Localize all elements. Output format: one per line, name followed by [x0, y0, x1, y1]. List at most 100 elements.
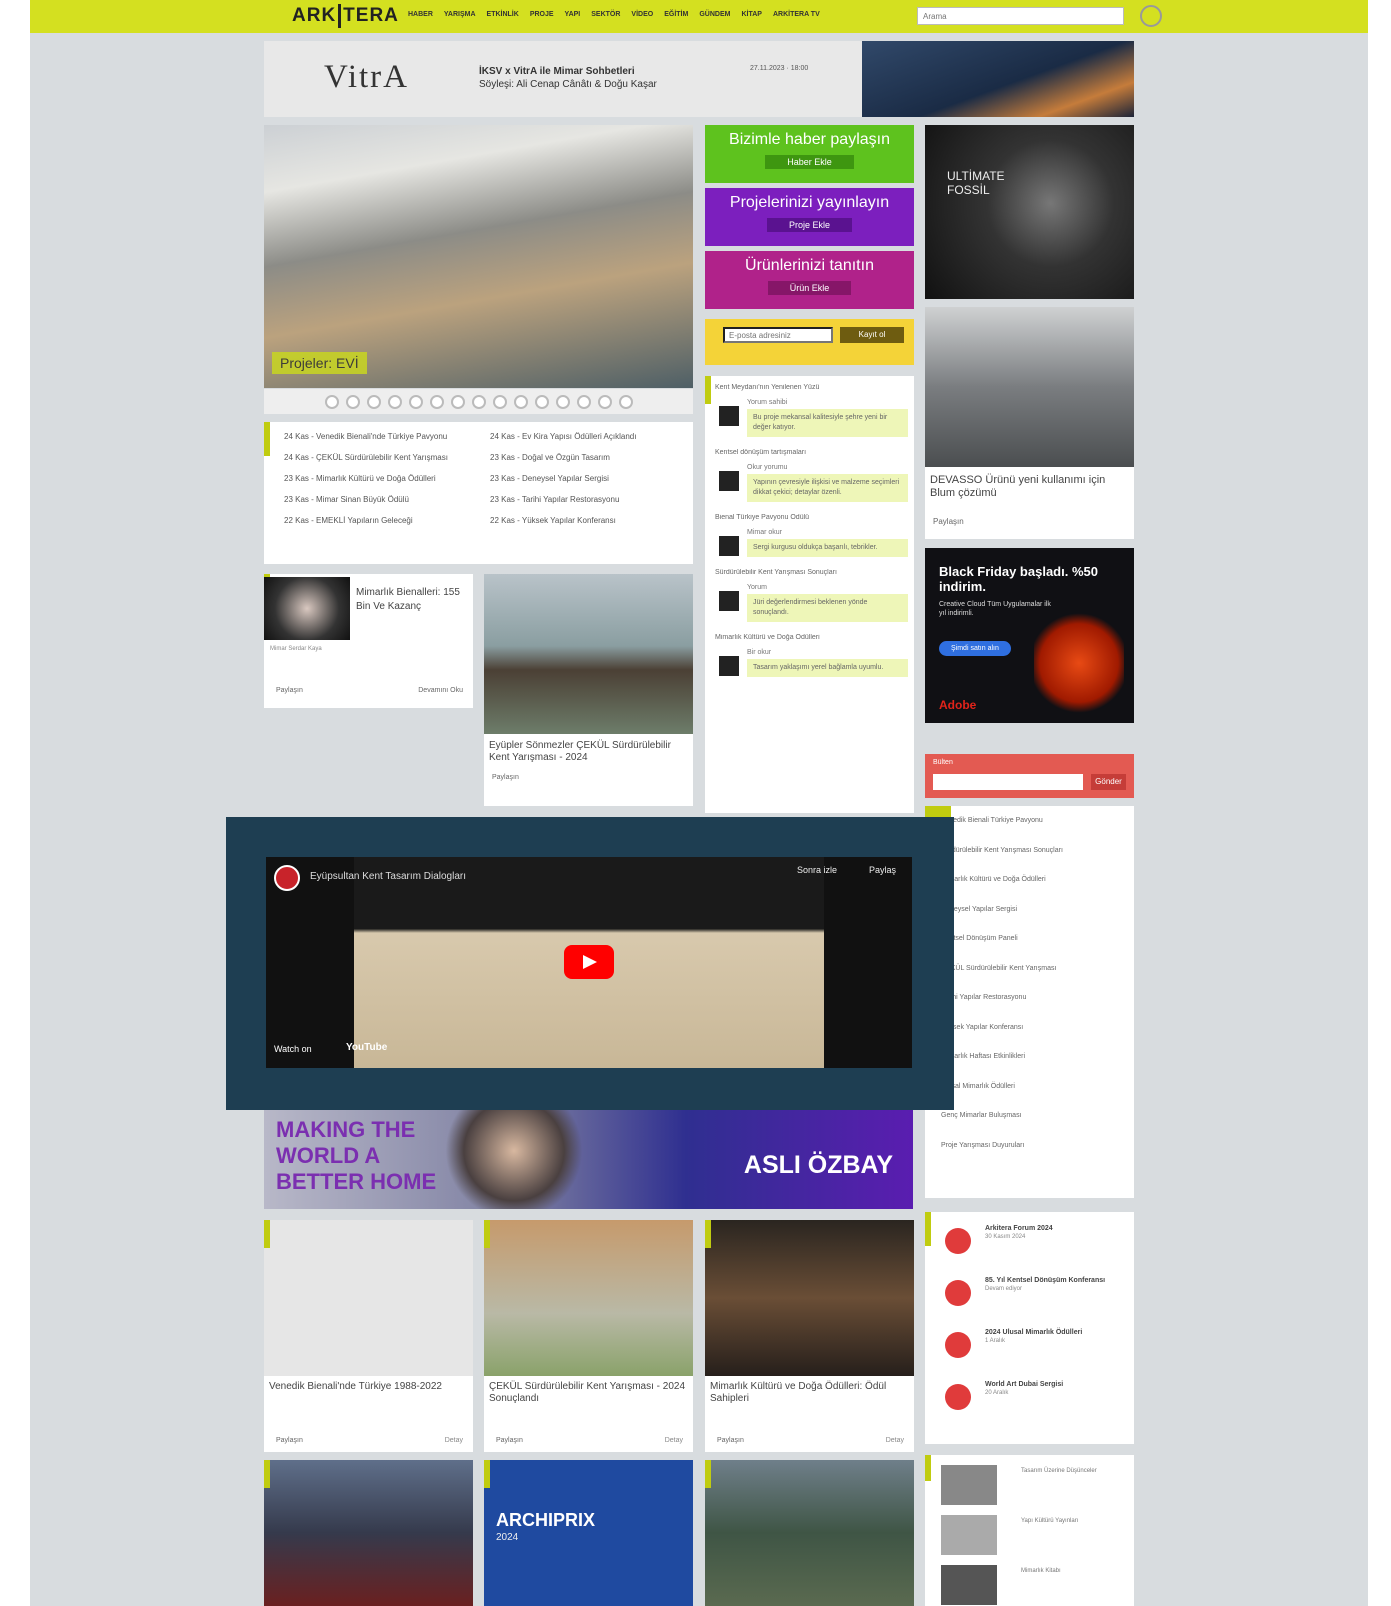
list-item[interactable]: Genç Mimarlar Buluşması — [925, 1101, 1134, 1131]
nav-item[interactable]: VİDEO — [631, 11, 653, 18]
email-field[interactable] — [723, 327, 833, 343]
news-link[interactable]: 23 Kas - Deneysel Yapılar Sergisi — [490, 474, 684, 485]
list-item[interactable]: Yüksek Yapılar Konferansı — [925, 1013, 1134, 1043]
comment-item[interactable]: Sürdürülebilir Kent Yarışması Sonuçları Y… — [715, 569, 908, 622]
nav-item[interactable]: SEKTÖR — [591, 11, 620, 18]
article-title[interactable]: Mimarlık Bienalleri: 155 Bin Ve Kazanç — [356, 586, 466, 614]
comment-item[interactable]: Bienal Türkiye Pavyonu Ödülü Mimar okur Se… — [715, 514, 908, 557]
share-link[interactable]: Paylaşın — [496, 1437, 523, 1444]
subscribe-button[interactable]: Kayıt ol — [840, 327, 904, 343]
list-item[interactable]: Ulusal Mimarlık Ödülleri — [925, 1072, 1134, 1102]
youtube-logo[interactable]: YouTube — [346, 1042, 387, 1053]
article-title[interactable]: Venedik Bienali'nde Türkiye 1988-2022 — [264, 1376, 473, 1426]
archiprix-card[interactable]: ARCHIPRIX 2024 — [484, 1460, 693, 1606]
video-title[interactable]: Eyüpsultan Kent Tasarım Dialogları — [310, 871, 466, 882]
detail-link[interactable]: Detay — [665, 1437, 683, 1444]
slider-dot[interactable] — [471, 394, 486, 409]
share-link[interactable]: Paylaşın — [276, 1437, 303, 1444]
newsletter-input[interactable] — [933, 774, 1083, 790]
newsletter-button[interactable]: Gönder — [1091, 774, 1126, 790]
slider-dot[interactable] — [324, 394, 339, 409]
event-item[interactable]: 85. Yıl Kentsel Dönüşüm Konferansı Devam … — [945, 1276, 1126, 1316]
share-button[interactable]: Paylaş — [869, 865, 896, 875]
event-item[interactable]: Arkitera Forum 2024 30 Kasım 2024 — [945, 1224, 1126, 1264]
article-card[interactable]: Venedik Bienali'nde Türkiye 1988-2022 Pa… — [264, 1220, 473, 1452]
news-link[interactable]: 23 Kas - Mimar Sinan Büyük Ödülü — [284, 495, 478, 506]
book-item[interactable]: Yapı Kültürü Yayınları — [941, 1505, 1134, 1555]
promo-banner[interactable]: MAKING THE WORLD A BETTER HOME ASLI ÖZBA… — [264, 1103, 913, 1209]
list-item[interactable]: Tarihi Yapılar Restorasyonu — [925, 983, 1134, 1013]
slider-dot[interactable] — [576, 394, 591, 409]
slider-dot[interactable] — [429, 394, 444, 409]
comment-item[interactable]: Mimarlık Kültürü ve Doğa Ödülleri Bir oku… — [715, 634, 908, 677]
slider-dot[interactable] — [534, 394, 549, 409]
share-link[interactable]: Paylaşın — [484, 770, 693, 785]
vitra-banner-ad[interactable]: VitrA İKSV x VitrA ile Mimar Sohbetleri S… — [264, 41, 1134, 117]
slider-dot[interactable] — [345, 394, 360, 409]
featured-slider[interactable]: Projeler: EVİ — [264, 125, 693, 388]
project-card[interactable]: DEVASSO Ürünü yeni kullanımı için Blum ç… — [925, 307, 1134, 539]
news-link[interactable]: 23 Kas - Doğal ve Özgün Tasarım — [490, 453, 684, 464]
nav-item[interactable]: YAPI — [565, 11, 581, 18]
watch-later-button[interactable]: Sonra izle — [797, 865, 837, 875]
nav-item[interactable]: ETKİNLİK — [487, 11, 519, 18]
slider-dot[interactable] — [387, 394, 402, 409]
nav-item[interactable]: EĞİTİM — [664, 11, 688, 18]
comment-item[interactable]: Kent Meydanı'nın Yenilenen Yüzü Yorum sah… — [715, 384, 908, 437]
slider-dot[interactable] — [450, 394, 465, 409]
news-link[interactable]: 23 Kas - Tarihi Yapılar Restorasyonu — [490, 495, 684, 506]
nav-item[interactable]: YARIŞMA — [444, 11, 476, 18]
detail-link[interactable]: Detay — [445, 1437, 463, 1444]
book-item[interactable]: Mimarlık Kitabı — [941, 1555, 1134, 1605]
nav-item[interactable]: PROJE — [530, 11, 554, 18]
youtube-player[interactable]: Eyüpsultan Kent Tasarım Dialogları Sonra… — [266, 857, 912, 1068]
article-title[interactable]: Mimarlık Kültürü ve Doğa Ödülleri: Ödül … — [705, 1376, 914, 1426]
news-link[interactable]: 24 Kas - Venedik Bienali'nde Türkiye Pav… — [284, 432, 478, 443]
event-item[interactable]: World Art Dubai Sergisi 20 Aralık — [945, 1380, 1126, 1420]
article-card[interactable]: Eyüpler Sönmezler ÇEKÜL Sürdürülebilir K… — [484, 574, 693, 806]
book-item[interactable]: Tasarım Üzerine Düşünceler — [941, 1455, 1134, 1505]
news-link[interactable]: 23 Kas - Mimarlık Kültürü ve Doğa Ödülle… — [284, 474, 478, 485]
article-card[interactable] — [705, 1460, 914, 1606]
slider-dot[interactable] — [618, 394, 633, 409]
article-card[interactable]: ÇEKÜL Sürdürülebilir Kent Yarışması - 20… — [484, 1220, 693, 1452]
add-project-button[interactable]: Proje Ekle — [766, 218, 853, 232]
channel-avatar[interactable] — [274, 865, 300, 891]
read-more-link[interactable]: Devamını Oku — [418, 687, 463, 694]
list-item[interactable]: Venedik Bienali Türkiye Pavyonu — [925, 806, 1134, 836]
site-logo[interactable]: ARK TERA — [292, 4, 399, 28]
search-input[interactable] — [917, 7, 1124, 25]
news-link[interactable]: 24 Kas - ÇEKÜL Sürdürülebilir Kent Yarış… — [284, 453, 478, 464]
nav-item[interactable]: GÜNDEM — [699, 11, 730, 18]
search-icon[interactable] — [1140, 5, 1162, 27]
adobe-ad[interactable]: Black Friday başladı. %50 indirim. Creat… — [925, 548, 1134, 723]
article-title[interactable]: ÇEKÜL Sürdürülebilir Kent Yarışması - 20… — [484, 1376, 693, 1426]
detail-link[interactable]: Detay — [886, 1437, 904, 1444]
article-card[interactable]: Mimarlık Bienalleri: 155 Bin Ve Kazanç M… — [264, 574, 473, 708]
comment-item[interactable]: Kentsel dönüşüm tartışmaları Okur yorumu Y… — [715, 449, 908, 502]
buy-now-button[interactable]: Şimdi satın alın — [939, 641, 1011, 656]
ammonite-ad[interactable]: ULTİMATE FOSSİL — [925, 125, 1134, 299]
nav-item[interactable]: KİTAP — [741, 11, 761, 18]
list-item[interactable]: ÇEKÜL Sürdürülebilir Kent Yarışması — [925, 954, 1134, 984]
event-item[interactable]: 2024 Ulusal Mimarlık Ödülleri 1 Aralık — [945, 1328, 1126, 1368]
list-item[interactable]: Kentsel Dönüşüm Paneli — [925, 924, 1134, 954]
slider-dot[interactable] — [366, 394, 381, 409]
share-link[interactable]: Paylaşın — [276, 687, 303, 694]
slider-dot[interactable] — [408, 394, 423, 409]
slider-dot[interactable] — [492, 394, 507, 409]
article-card[interactable]: Mimarlık Kültürü ve Doğa Ödülleri: Ödül … — [705, 1220, 914, 1452]
share-link[interactable]: Paylaşın — [925, 507, 1134, 536]
news-link[interactable]: 22 Kas - Yüksek Yapılar Konferansı — [490, 516, 684, 527]
share-link[interactable]: Paylaşın — [717, 1437, 744, 1444]
slider-dot[interactable] — [555, 394, 570, 409]
list-item[interactable]: Deneysel Yapılar Sergisi — [925, 895, 1134, 925]
article-title[interactable]: Eyüpler Sönmezler ÇEKÜL Sürdürülebilir K… — [484, 734, 693, 770]
add-product-button[interactable]: Ürün Ekle — [767, 281, 852, 295]
news-link[interactable]: 24 Kas - Ev Kira Yapısı Ödülleri Açıklan… — [490, 432, 684, 443]
nav-item[interactable]: HABER — [408, 11, 433, 18]
slider-dot[interactable] — [597, 394, 612, 409]
play-icon[interactable] — [564, 945, 614, 979]
list-item[interactable]: Mimarlık Haftası Etkinlikleri — [925, 1042, 1134, 1072]
news-link[interactable]: 22 Kas - EMEKLİ Yapıların Geleceği — [284, 516, 478, 527]
